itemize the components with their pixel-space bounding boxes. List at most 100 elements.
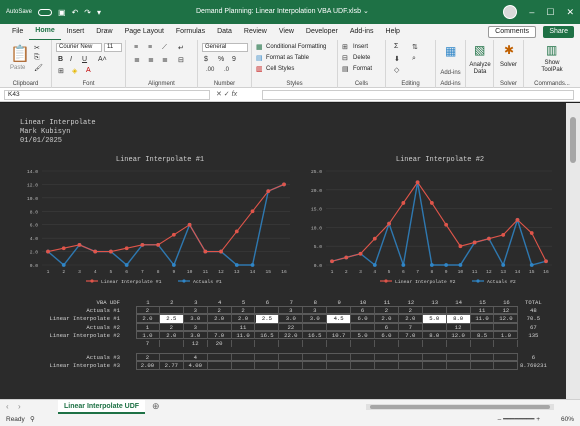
save-icon[interactable]: ▣ (58, 8, 66, 17)
data-point (282, 182, 286, 187)
tab-insert[interactable]: Insert (61, 24, 91, 40)
format-cells-button[interactable]: Format (353, 66, 372, 72)
analyze-data-button[interactable]: Analyze Data (468, 62, 492, 76)
sheet-tab-linear-interpolate[interactable]: Linear Interpolate UDF (58, 400, 146, 414)
tab-view[interactable]: View (273, 24, 300, 40)
align-middle-icon[interactable]: ≡ (148, 44, 152, 51)
font-name-select[interactable]: Courier New (56, 43, 102, 52)
cell-styles-icon: ▥ (256, 66, 263, 73)
add-ins-button[interactable]: Add-ins (436, 70, 465, 76)
share-button[interactable]: Share (543, 26, 574, 38)
autosum-icon[interactable]: Σ (394, 43, 398, 50)
wrap-text-icon[interactable]: ↵ (178, 44, 184, 52)
number-label: Number (213, 81, 236, 87)
solver-button[interactable]: Solver (500, 62, 517, 68)
format-painter-icon[interactable]: 🖌 (34, 64, 43, 72)
align-left-icon[interactable]: ≣ (134, 56, 140, 64)
format-as-table-button[interactable]: Format as Table (266, 55, 309, 61)
maximize-icon[interactable]: ☐ (546, 7, 554, 18)
copy-icon[interactable]: ⎘ (34, 54, 40, 62)
clear-icon[interactable]: ◇ (394, 66, 399, 74)
increase-font-icon[interactable]: A˄ (98, 56, 107, 63)
italic-icon[interactable]: I (70, 56, 72, 63)
tab-draw[interactable]: Draw (90, 24, 118, 40)
undo-icon[interactable]: ↶ (72, 8, 79, 17)
paste-icon[interactable]: 📋 (10, 44, 30, 64)
tab-file[interactable]: File (6, 24, 29, 40)
comma-icon[interactable]: 9 (232, 56, 236, 63)
comments-button[interactable]: Comments (488, 26, 536, 38)
table-cell: 8.0 (446, 315, 471, 323)
cut-icon[interactable]: ✂ (34, 44, 40, 52)
name-box[interactable]: K43 (4, 90, 210, 100)
worksheet[interactable]: Linear Interpolate Mark Kubisyn 01/01/20… (0, 103, 566, 399)
table-cell: 6 (351, 307, 375, 315)
bold-icon[interactable]: B (58, 56, 63, 63)
currency-icon[interactable]: $ (204, 56, 208, 63)
tab-add-ins[interactable]: Add-ins (344, 24, 380, 40)
prev-sheet-icon[interactable]: ‹ (6, 402, 9, 411)
sort-filter-icon[interactable]: ⇅ (412, 43, 418, 51)
avatar[interactable] (503, 5, 518, 19)
close-icon[interactable]: ✕ (566, 7, 574, 18)
table-header-cell: 14 (455, 299, 462, 306)
insert-cells-button[interactable]: Insert (353, 44, 368, 50)
table-cell (351, 362, 375, 370)
fx-icon[interactable]: ✕ ✓ fx (216, 90, 237, 98)
align-center-icon[interactable]: ≣ (148, 56, 154, 64)
borders-icon[interactable]: ⊞ (58, 67, 64, 75)
fill-icon[interactable]: ⬇ (394, 55, 400, 63)
redo-icon[interactable]: ↷ (84, 8, 91, 17)
tab-data[interactable]: Data (211, 24, 238, 40)
solver-icon[interactable]: ✱ (504, 43, 514, 57)
font-size-select[interactable]: 11 (104, 43, 122, 52)
x-tick-label: 16 (543, 269, 549, 275)
decrease-decimal-icon[interactable]: .0 (224, 67, 229, 73)
autosave-toggle[interactable] (38, 8, 53, 16)
customize-qat-icon[interactable]: ▾ (97, 8, 101, 17)
fill-color-icon[interactable]: ◈ (72, 67, 77, 75)
align-right-icon[interactable]: ≣ (162, 56, 168, 64)
merge-icon[interactable]: ⊟ (178, 56, 184, 64)
underline-icon[interactable]: U (82, 56, 87, 63)
conditional-formatting-button[interactable]: Conditional Formatting (266, 44, 326, 50)
analyze-data-icon[interactable]: ▧ (474, 43, 485, 57)
number-format-select[interactable]: General (202, 43, 248, 52)
add-sheet-icon[interactable]: ⊕ (152, 401, 160, 412)
vertical-scrollbar[interactable] (566, 103, 580, 399)
orientation-icon[interactable]: ⟋ (162, 44, 167, 52)
zoom-level[interactable]: 60% (561, 416, 574, 423)
vertical-scroll-thumb[interactable] (570, 117, 576, 163)
ribbon: 📋 Paste ✂ ⎘ 🖌 Clipboard Courier New 11 B… (0, 40, 580, 88)
zoom-slider[interactable]: – ━━━━━━━━ + (498, 415, 540, 423)
table-total-cell: 8.769231 (519, 362, 547, 370)
font-color-icon[interactable]: A (86, 67, 91, 74)
minimize-icon[interactable]: – (529, 7, 534, 17)
tab-review[interactable]: Review (238, 24, 273, 40)
next-sheet-icon[interactable]: › (18, 402, 21, 411)
table-cell (256, 362, 280, 370)
tab-home[interactable]: Home (29, 23, 61, 41)
delete-cells-button[interactable]: Delete (353, 55, 370, 61)
table-cell (303, 340, 328, 348)
y-tick-label: 4.0 (30, 236, 39, 242)
tab-page-layout[interactable]: Page Layout (119, 24, 170, 40)
align-top-icon[interactable]: ≡ (134, 44, 138, 51)
find-icon[interactable]: ⌕ (412, 55, 416, 63)
tab-help[interactable]: Help (380, 24, 406, 40)
formula-input[interactable] (262, 90, 574, 100)
toolpak-icon[interactable]: ▥ (546, 43, 557, 57)
styles-label: Styles (286, 81, 303, 87)
cell-styles-button[interactable]: Cell Styles (266, 66, 294, 72)
horizontal-scroll-thumb[interactable] (370, 405, 550, 409)
tab-developer[interactable]: Developer (300, 24, 344, 40)
increase-decimal-icon[interactable]: .00 (206, 67, 214, 73)
add-ins-icon[interactable]: ▦ (445, 44, 456, 58)
table-header-cell: 11 (383, 299, 391, 306)
percent-icon[interactable]: % (218, 56, 224, 63)
show-toolpak-button[interactable]: Show ToolPak (534, 60, 570, 74)
horizontal-scrollbar[interactable] (366, 404, 554, 410)
tab-formulas[interactable]: Formulas (170, 24, 211, 40)
table-cell: 10.7 (327, 331, 352, 339)
accessibility-icon[interactable]: ⚲ (30, 415, 35, 423)
